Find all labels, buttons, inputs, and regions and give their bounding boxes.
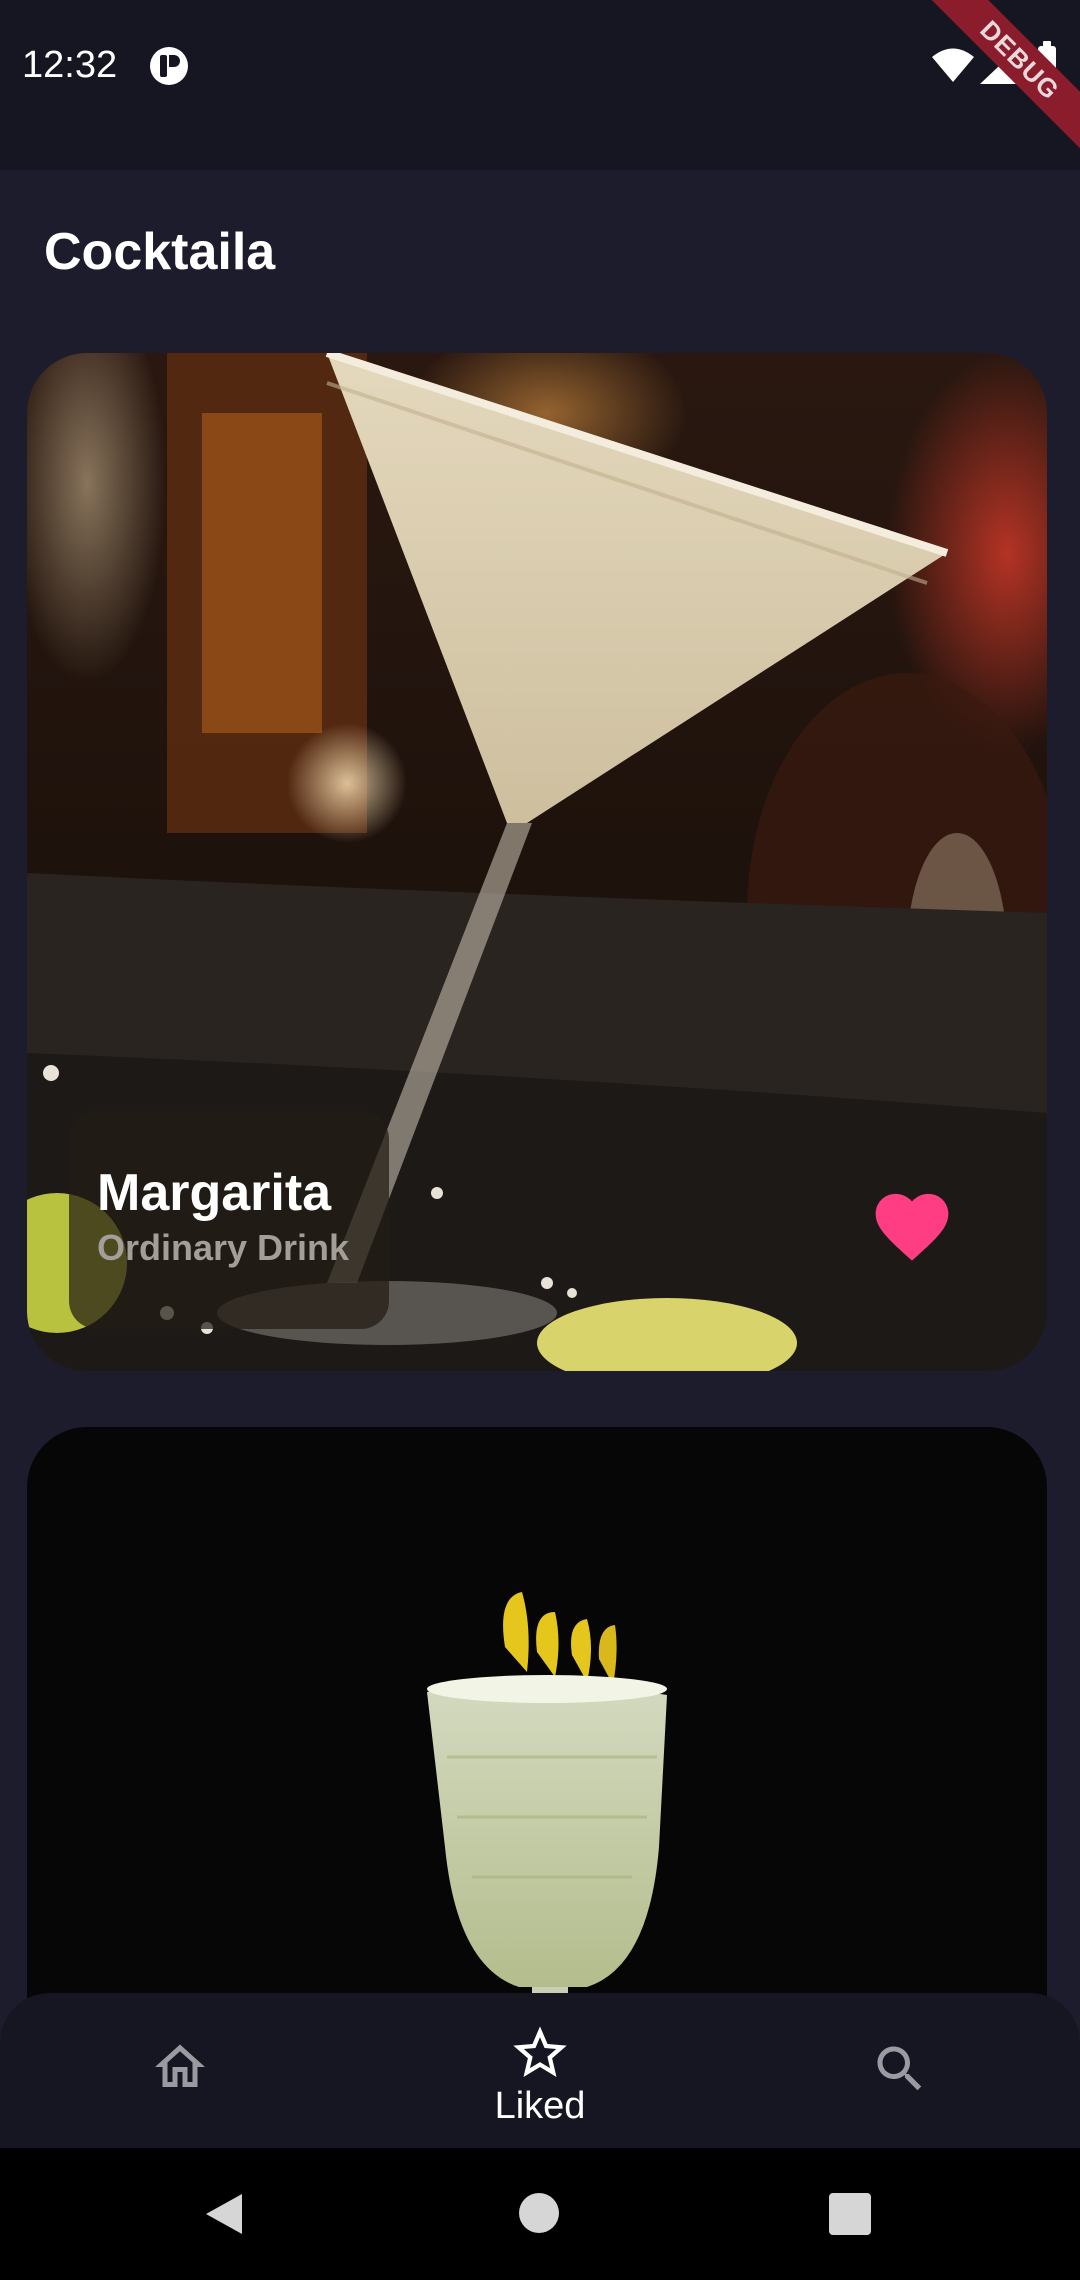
drink-name: Margarita	[97, 1164, 332, 1222]
nav-liked[interactable]: Liked	[440, 1993, 640, 2148]
notification-app-icon	[150, 47, 188, 85]
home-icon	[155, 2044, 205, 2087]
app-bar: Cocktaila	[0, 170, 1080, 330]
search-icon	[877, 2046, 922, 2091]
nav-liked-label: Liked	[494, 2085, 586, 2127]
cocktail-card[interactable]	[27, 1427, 1047, 2027]
recent-apps-button[interactable]	[829, 2193, 871, 2235]
status-time: 12:32	[22, 44, 118, 86]
favorite-heart-icon[interactable]	[867, 1183, 957, 1263]
status-bar: 12:32 DEBUG	[0, 0, 1080, 170]
drink-category: Ordinary Drink	[97, 1227, 350, 1268]
system-navigation-bar	[0, 2148, 1080, 2280]
cocktail-image	[27, 1427, 1047, 2027]
wifi-icon	[932, 48, 974, 82]
nav-home[interactable]	[80, 1993, 280, 2148]
page-title: Cocktaila	[44, 223, 276, 281]
home-button[interactable]	[519, 2193, 559, 2233]
bottom-navigation: Liked	[0, 1993, 1080, 2148]
back-icon[interactable]	[204, 2192, 244, 2236]
nav-search[interactable]	[800, 1993, 1000, 2148]
cocktail-card[interactable]: Margarita Ordinary Drink	[27, 353, 1047, 1371]
star-outline-icon	[513, 2026, 567, 2077]
